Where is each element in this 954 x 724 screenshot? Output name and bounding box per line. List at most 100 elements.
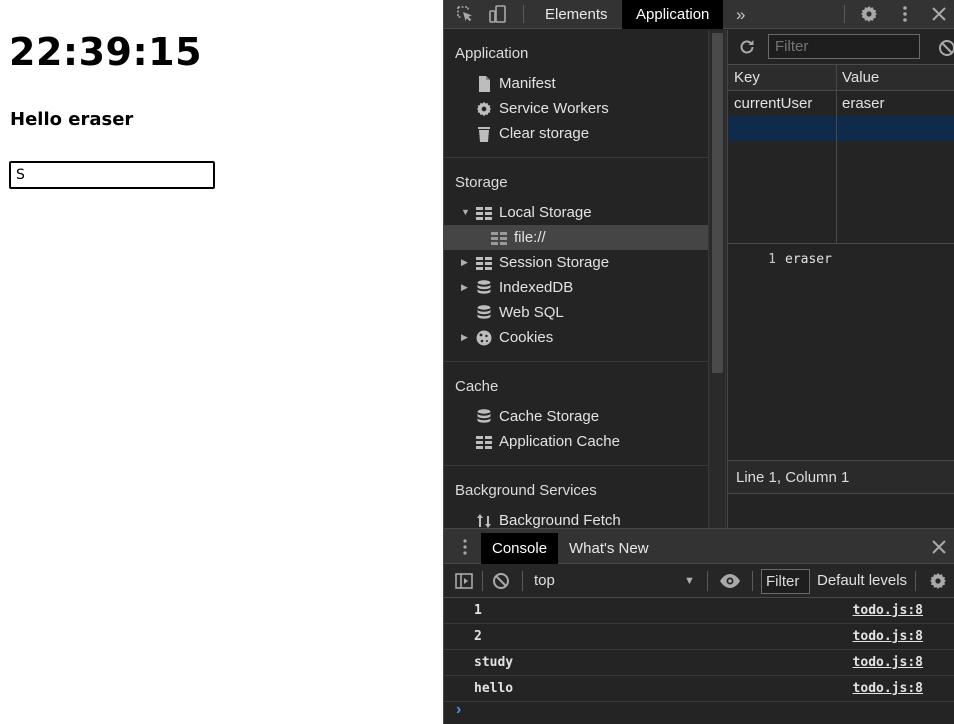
section-divider [444,465,708,466]
storage-filter-input[interactable] [768,34,920,59]
sidebar-item-manifest[interactable]: Manifest [444,71,708,96]
clear-all-icon[interactable] [937,38,954,58]
sidebar-item-web-sql[interactable]: Web SQL [444,300,708,325]
console-settings-gear-icon[interactable] [928,571,948,591]
sidebar-item-label: Local Storage [499,204,592,221]
console-message: 2 todo.js:8 [444,624,954,650]
toolbar-divider [482,571,483,591]
inspect-element-icon[interactable] [455,4,475,24]
log-source-link[interactable]: todo.js:8 [853,650,923,676]
sidebar-toggle-icon[interactable] [454,571,474,591]
sidebar-item-cache-storage[interactable]: Cache Storage [444,404,708,429]
log-levels-select[interactable]: Default levels [817,564,907,598]
sidebar-item-clear-storage[interactable]: Clear storage [444,121,708,146]
section-title-cache: Cache [455,378,499,395]
sidebar-item-label: Service Workers [499,100,609,117]
clear-console-icon[interactable] [491,571,511,591]
trash-icon [475,125,493,143]
sidebar-item-background-fetch[interactable]: Background Fetch [444,508,708,528]
table-icon [475,254,493,272]
clock: 22:39:15 [9,30,203,74]
file-icon [475,75,493,93]
storage-view: Key Value currentUser eraser 1 eraser Li… [727,30,954,528]
console-message: study todo.js:8 [444,650,954,676]
toolbar-divider [844,5,845,23]
device-toolbar-icon[interactable] [488,4,508,24]
drawer-menu-icon[interactable] [455,537,475,557]
column-header-value[interactable]: Value [842,65,879,91]
log-source-link[interactable]: todo.js:8 [853,676,923,702]
sidebar-item-label: file:// [514,229,546,246]
log-text: 2 [474,629,482,644]
sidebar-item-cookies[interactable]: ▶ Cookies [444,325,708,350]
toolbar-divider [752,571,753,591]
database-icon [475,408,493,426]
value-preview: 1 eraser [728,244,954,460]
collapsed-arrow-icon[interactable]: ▶ [461,275,471,300]
table-icon [475,433,493,451]
log-text: study [474,655,514,670]
log-source-link[interactable]: todo.js:8 [853,598,923,624]
drawer-tabbar: Console What's New [444,529,954,564]
table-row-empty-selected[interactable] [728,116,954,141]
log-text: hello [474,681,514,696]
sidebar-item-local-storage[interactable]: ▼ Local Storage [444,200,708,225]
close-devtools-icon[interactable] [929,4,949,24]
cookie-icon [475,329,493,347]
console-filter-input[interactable]: Filter [761,569,810,594]
sidebar-item-indexeddb[interactable]: ▶ IndexedDB [444,275,708,300]
table-header: Key Value [728,65,954,91]
expanded-arrow-icon[interactable]: ▼ [461,200,471,225]
tab-whats-new[interactable]: What's New [558,533,660,564]
sidebar-item-label: IndexedDB [499,279,574,296]
gear-icon [475,100,493,118]
toolbar-divider [915,571,916,591]
table-icon [475,204,493,222]
tab-application[interactable]: Application [622,0,724,29]
collapsed-arrow-icon[interactable]: ▶ [461,325,471,350]
console-message: hello todo.js:8 [444,676,954,702]
todo-input[interactable] [9,161,215,189]
section-title-background-services: Background Services [455,482,597,499]
tab-console[interactable]: Console [481,533,559,564]
column-divider [836,65,837,243]
sidebar-item-label: Manifest [499,75,556,92]
more-tabs-icon[interactable]: » [736,0,745,29]
section-divider [444,157,708,158]
sidebar-item-service-workers[interactable]: Service Workers [444,96,708,121]
toolbar-divider [523,5,524,23]
storage-filter-bar [728,30,954,65]
line-number: 1 [768,252,776,267]
key-value-table: Key Value currentUser eraser [728,65,954,243]
greeting: Hello eraser [10,109,134,130]
log-source-link[interactable]: todo.js:8 [853,624,923,650]
application-sidebar: Application Manifest Service Workers Cle… [444,30,708,528]
table-row[interactable]: currentUser eraser [728,91,954,116]
settings-gear-icon[interactable] [859,4,879,24]
console-prompt[interactable]: › [456,701,461,719]
column-header-key[interactable]: Key [734,65,760,91]
collapsed-arrow-icon[interactable]: ▶ [461,250,471,275]
more-options-icon[interactable] [895,4,915,24]
eye-icon[interactable] [719,571,741,591]
cell-key: currentUser [734,95,813,112]
close-drawer-icon[interactable] [929,537,949,557]
dropdown-arrow-icon[interactable]: ▼ [684,564,695,598]
preview-value[interactable]: eraser [785,252,832,267]
sidebar-item-label: Cache Storage [499,408,600,425]
sidebar-item-session-storage[interactable]: ▶ Session Storage [444,250,708,275]
execution-context-select[interactable]: top [534,564,555,598]
sidebar-item-local-storage-file[interactable]: file:// [444,225,708,250]
console-toolbar: top ▼ Filter Default levels [444,564,954,598]
sidebar-scrollbar[interactable] [708,30,726,528]
sidebar-item-application-cache[interactable]: Application Cache [444,429,708,454]
sidebar-item-label: Clear storage [499,125,590,142]
log-text: 1 [474,603,482,618]
table-icon [490,229,508,247]
section-title-storage: Storage [455,174,508,191]
cell-value: eraser [842,95,885,112]
sidebar-scrollbar-thumb[interactable] [712,33,723,373]
devtools-toolbar: Elements Application » [444,0,954,29]
tab-elements[interactable]: Elements [531,0,622,29]
refresh-icon[interactable] [737,37,757,57]
